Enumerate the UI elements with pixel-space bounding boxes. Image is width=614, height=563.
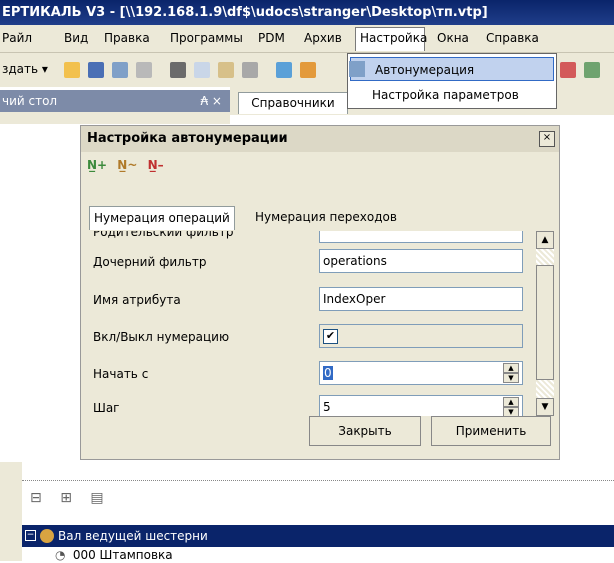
autonumbering-dialog: Настройка автонумерации × N̲+ N̲~ N̲– Ну… — [80, 125, 560, 460]
menu-settings[interactable]: Настройка — [360, 31, 427, 45]
tab-directories[interactable]: Справочники — [238, 92, 348, 114]
tree-child-label: 000 Штамповка — [72, 548, 173, 562]
link-icon[interactable] — [300, 62, 316, 78]
menu-pdm[interactable]: PDM — [258, 31, 285, 45]
toggle-numbering-checkbox[interactable]: ✔ — [323, 329, 338, 344]
row-label-start-with: Начать с — [93, 367, 149, 381]
step-spinner[interactable]: ▲ ▼ — [503, 397, 519, 416]
menu-help[interactable]: Справка — [486, 31, 539, 45]
copy-icon[interactable] — [194, 62, 210, 78]
close-icon[interactable]: × — [539, 131, 555, 147]
start-with-field[interactable]: 0 ▲ ▼ — [319, 361, 523, 385]
toggle-numbering-cell: ✔ — [319, 324, 523, 348]
menu-view[interactable]: Вид — [64, 31, 88, 45]
bookmark-icon[interactable] — [560, 62, 576, 78]
row-label-step: Шаг — [93, 401, 120, 415]
refresh-icon[interactable] — [584, 62, 600, 78]
numbering-icon[interactable] — [112, 62, 128, 78]
step-value: 5 — [323, 400, 331, 414]
scroll-up-icon[interactable]: ▲ — [536, 231, 554, 249]
dropdown-item-label: Автонумерация — [375, 63, 475, 77]
tree-collapse-icon[interactable]: ⊟ — [30, 490, 42, 506]
left-dock-title: чий стол — [2, 94, 58, 108]
row-label-child-filter: Дочерний фильтр — [93, 255, 207, 269]
create-button[interactable]: здать ▾ — [2, 62, 48, 76]
apply-button[interactable]: Применить — [431, 416, 551, 446]
remove-numbering-icon[interactable]: N̲– — [148, 158, 164, 172]
grid-scrollbar[interactable]: ▲ ▼ — [536, 231, 554, 416]
step-field[interactable]: 5 ▲ ▼ — [319, 395, 523, 416]
tree-toolbar: ⊟ ⊞ ▤ — [30, 490, 104, 506]
row-label-attribute-name: Имя атрибута — [93, 293, 181, 307]
dock-pin-close[interactable]: ₳ × — [200, 90, 222, 112]
add-numbering-icon[interactable]: N̲+ — [87, 158, 107, 172]
edit-numbering-icon[interactable]: N̲~ — [117, 158, 137, 172]
dropdown-item-autonumbering[interactable]: Автонумерация — [349, 57, 554, 81]
attribute-name-field[interactable]: IndexOper — [319, 287, 523, 311]
tree-select-icon[interactable]: ▤ — [90, 490, 103, 506]
menu-file[interactable]: Райл — [2, 31, 32, 45]
tab-operations-numbering[interactable]: Нумерация операций — [89, 206, 235, 230]
left-dock-body — [0, 112, 230, 124]
settings-dropdown: Автонумерация Настройка параметров — [347, 53, 557, 109]
close-button[interactable]: Закрыть — [309, 416, 421, 446]
properties-grid: Родительский фильтр Дочерний фильтр oper… — [81, 231, 559, 416]
menu-archive[interactable]: Архив — [304, 31, 342, 45]
menu-windows[interactable]: Окна — [437, 31, 469, 45]
row-label-toggle-numbering: Вкл/Выкл нумерацию — [93, 330, 230, 344]
tree-collapse-toggle[interactable]: − — [25, 530, 36, 541]
tree-panel: ⊟ ⊞ ▤ − Вал ведущей шестерни ◔ 000 Штамп… — [0, 462, 614, 562]
start-with-value: 0 — [323, 366, 333, 380]
menu-bar: Райл Вид Правка Программы PDM Архив Наст… — [0, 25, 614, 53]
window-title: ЕРТИКАЛЬ V3 - [\\192.168.1.9\df$\udocs\s… — [0, 0, 614, 25]
properties-icon[interactable] — [242, 62, 258, 78]
open-folder-icon[interactable] — [64, 62, 80, 78]
tool-icon[interactable] — [276, 62, 292, 78]
left-dock-header: чий стол ₳ × — [0, 90, 230, 112]
dropdown-item-parameters[interactable]: Настройка параметров — [348, 83, 556, 107]
scroll-down-icon[interactable]: ▼ — [536, 398, 554, 416]
scroll-thumb[interactable] — [536, 265, 554, 380]
start-with-spinner[interactable]: ▲ ▼ — [503, 363, 519, 383]
dialog-toolbar: N̲+ N̲~ N̲– — [87, 158, 164, 172]
dialog-title: Настройка автонумерации — [81, 126, 559, 152]
cut-icon[interactable] — [170, 62, 186, 78]
menu-edit[interactable]: Правка — [104, 31, 150, 45]
parent-filter-field[interactable] — [319, 231, 523, 243]
row-label-parent-filter: Родительский фильтр — [93, 231, 234, 239]
autonumbering-icon — [349, 61, 365, 77]
save-icon[interactable] — [88, 62, 104, 78]
tree-splitter[interactable] — [22, 472, 614, 481]
tree-root-label: Вал ведущей шестерни — [58, 529, 208, 543]
tab-transitions-numbering[interactable]: Нумерация переходов — [251, 206, 401, 230]
tree-row-root[interactable]: − Вал ведущей шестерни — [22, 525, 614, 547]
child-filter-field[interactable]: operations — [319, 249, 523, 273]
tree-expand-icon[interactable]: ⊞ — [60, 490, 72, 506]
assembly-icon — [40, 529, 54, 543]
dropdown-item-label: Настройка параметров — [372, 88, 519, 102]
paste-icon[interactable] — [218, 62, 234, 78]
scroll-track[interactable] — [536, 249, 554, 265]
scroll-track-lower[interactable] — [536, 380, 554, 398]
print-icon[interactable] — [136, 62, 152, 78]
menu-programs[interactable]: Программы — [170, 31, 243, 45]
